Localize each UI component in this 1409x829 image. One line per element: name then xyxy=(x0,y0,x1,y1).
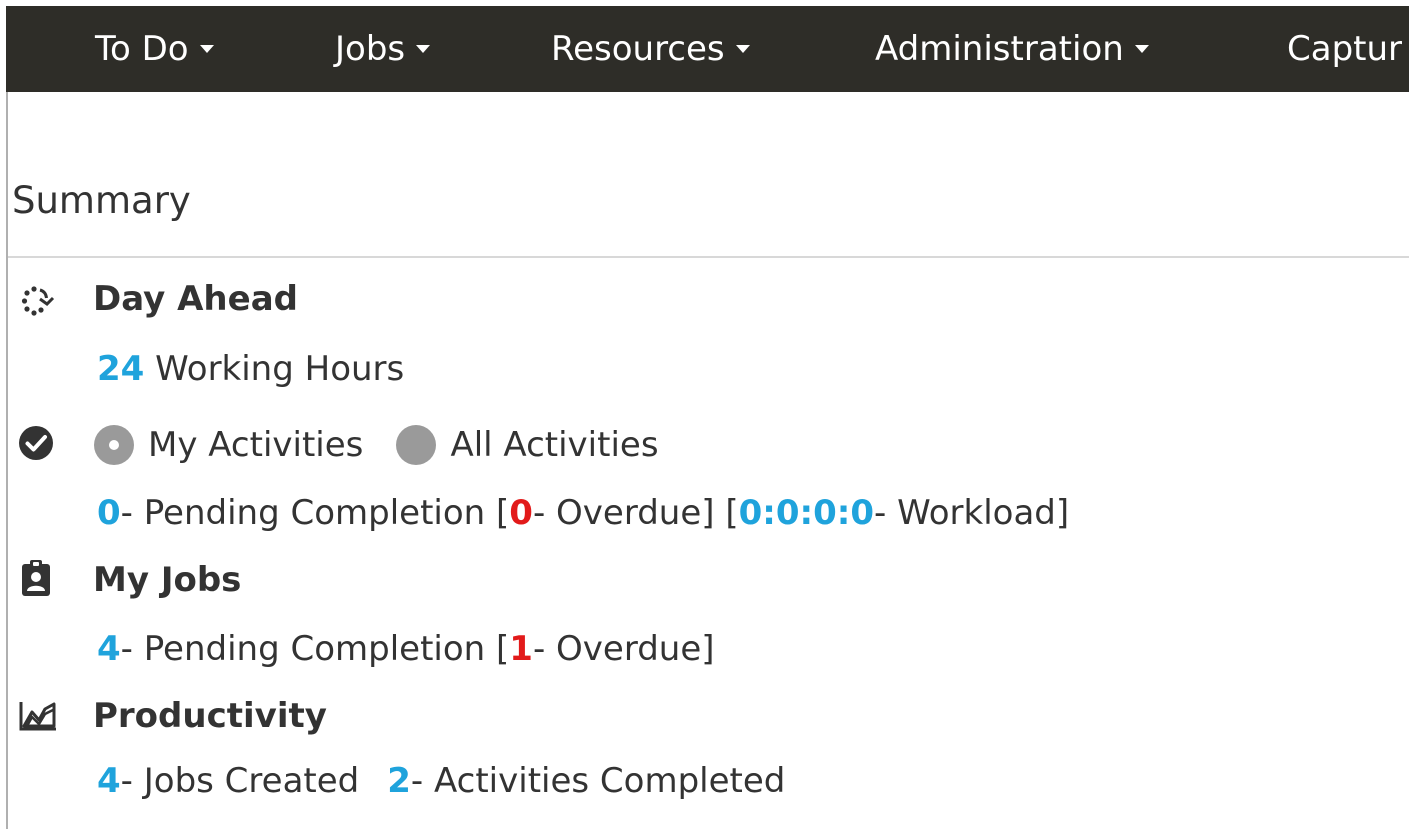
nav-menu-capture[interactable]: Captur xyxy=(1287,6,1402,92)
app-page: To Do Jobs Resources Administration Capt… xyxy=(0,0,1409,829)
all-activities-label[interactable]: All Activities xyxy=(450,425,658,465)
caret-down-icon xyxy=(1134,44,1149,53)
activities-metric: 0- Pending Completion [0- Overdue] [0:0:… xyxy=(97,490,1069,536)
activities-pending-value: 0 xyxy=(97,493,121,533)
nav-menu-resources-label: Resources xyxy=(551,29,725,69)
jobs-created-label: - Jobs Created xyxy=(120,761,360,801)
productivity-title: Productivity xyxy=(93,696,327,736)
activities-overdue-label: - Overdue] [ xyxy=(532,493,739,533)
caret-down-icon xyxy=(735,44,750,53)
nav-menu-resources[interactable]: Resources xyxy=(551,6,750,92)
activities-completed-label: - Activities Completed xyxy=(410,761,786,801)
nav-menu-todo-label: To Do xyxy=(95,29,189,69)
circular-arrow-icon xyxy=(21,286,55,316)
my-jobs-overdue-label: - Overdue] xyxy=(532,629,715,669)
activities-pending-label: - Pending Completion [ xyxy=(120,493,510,533)
activities-filter: My Activities All Activities xyxy=(94,421,659,468)
my-jobs-pending-label: - Pending Completion [ xyxy=(120,629,510,669)
activities-workload-value: 0:0:0:0 xyxy=(738,493,875,533)
jobs-created-value: 4 xyxy=(97,761,121,801)
caret-down-icon xyxy=(199,44,214,53)
my-activities-label[interactable]: My Activities xyxy=(148,425,363,465)
working-hours-metric: 24 Working Hours xyxy=(97,346,404,392)
working-hours-value: 24 xyxy=(97,349,145,389)
nav-menu-administration-label: Administration xyxy=(875,29,1124,69)
my-jobs-title: My Jobs xyxy=(93,560,242,600)
check-circle-icon xyxy=(19,426,53,460)
caret-down-icon xyxy=(416,44,431,53)
line-chart-icon xyxy=(19,702,56,731)
my-activities-radio[interactable] xyxy=(94,424,134,465)
page-title: Summary xyxy=(12,179,191,222)
working-hours-label: Working Hours xyxy=(155,349,405,389)
activities-workload-label: - Workload] xyxy=(874,493,1070,533)
content-left-border xyxy=(6,92,8,829)
my-activities-option[interactable]: My Activities xyxy=(94,421,363,468)
my-jobs-overdue-value: 1 xyxy=(509,629,533,669)
productivity-metric: 4- Jobs Created 2- Activities Completed xyxy=(97,758,785,804)
my-jobs-metric: 4- Pending Completion [1- Overdue] xyxy=(97,626,715,672)
top-navbar: To Do Jobs Resources Administration Capt… xyxy=(6,6,1409,92)
all-activities-option[interactable]: All Activities xyxy=(396,421,659,468)
activities-completed-value: 2 xyxy=(387,761,411,801)
nav-menu-todo[interactable]: To Do xyxy=(95,6,214,92)
clipboard-user-icon xyxy=(22,560,50,596)
nav-menu-capture-label: Captur xyxy=(1287,29,1403,69)
my-jobs-pending-value: 4 xyxy=(97,629,121,669)
all-activities-radio[interactable] xyxy=(396,424,437,465)
nav-menu-administration[interactable]: Administration xyxy=(875,6,1149,92)
activities-overdue-value: 0 xyxy=(509,493,533,533)
nav-menu-jobs-label: Jobs xyxy=(335,29,406,69)
nav-menu-jobs[interactable]: Jobs xyxy=(335,6,431,92)
summary-divider xyxy=(8,256,1409,258)
day-ahead-title: Day Ahead xyxy=(93,279,298,319)
